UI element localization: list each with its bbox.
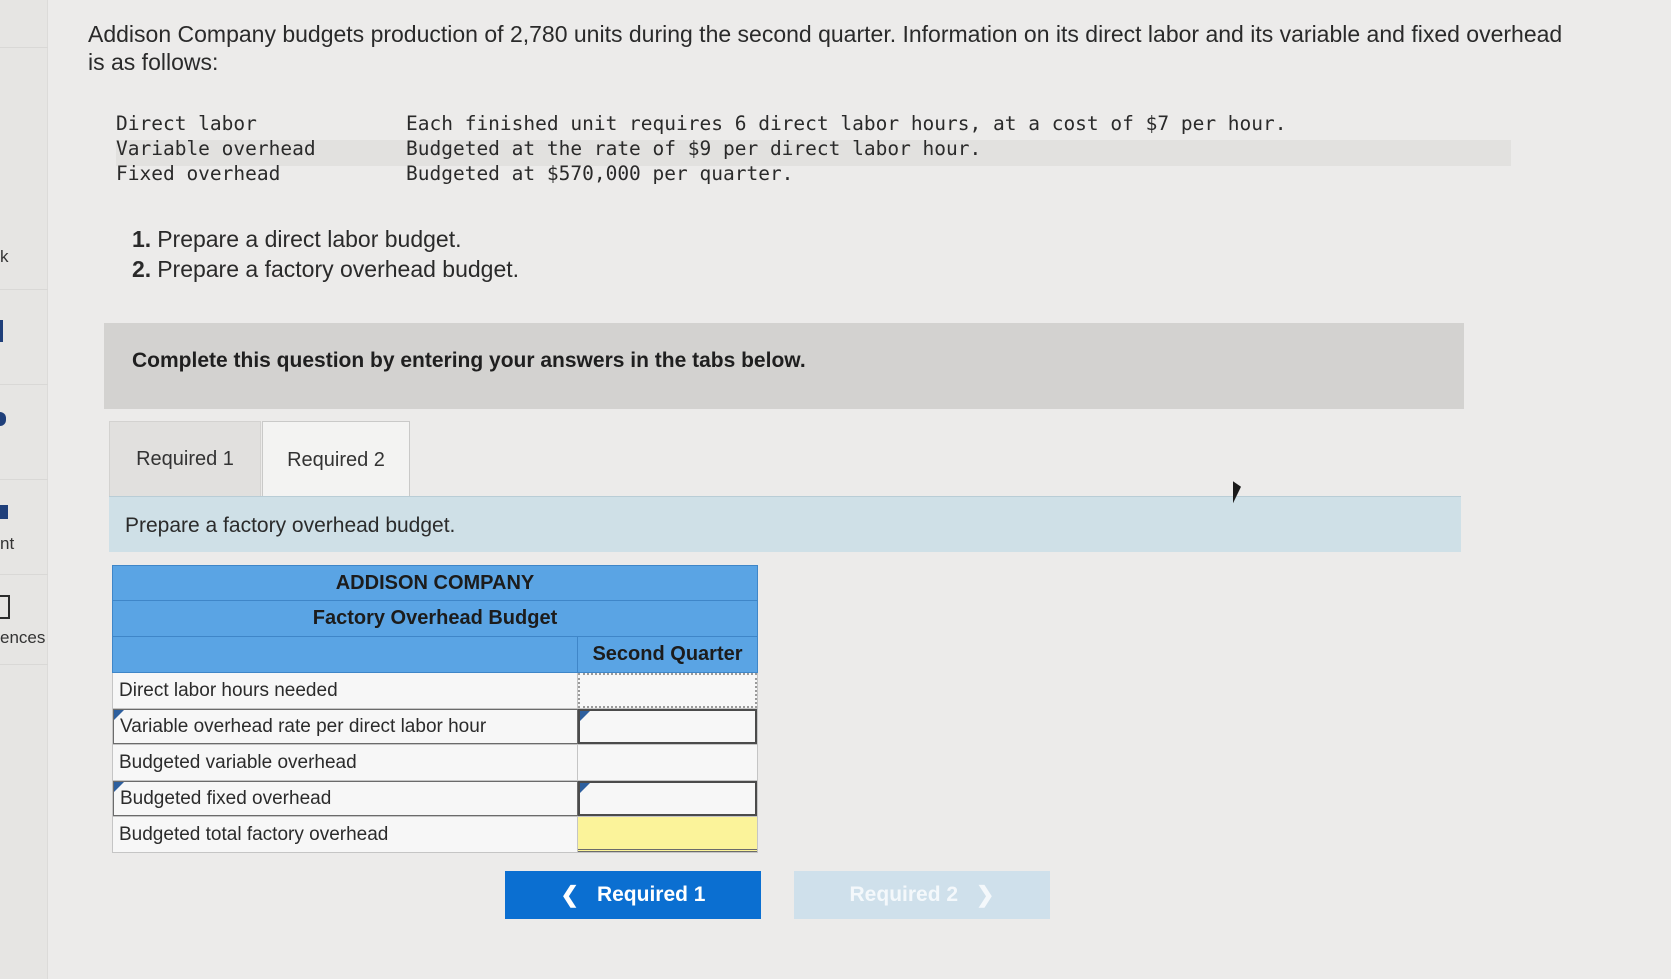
row-label-dropdown[interactable]: Variable overhead rate per direct labor …: [113, 709, 578, 744]
row-value-cell[interactable]: [578, 781, 757, 816]
tab-label: Required 2: [287, 449, 385, 471]
complete-instructions-box: Complete this question by entering your …: [104, 323, 1464, 409]
sidebar-fragment: nt: [0, 534, 15, 553]
dropdown-indicator-icon: [114, 710, 124, 720]
sidebar-cell: [0, 0, 48, 48]
info-value: Each finished unit requires 6 direct lab…: [406, 112, 1287, 135]
row-value-cell[interactable]: [578, 817, 757, 852]
table-row-budgeted-total-overhead: Budgeted total factory overhead: [112, 817, 758, 853]
direct-labor-hours-input[interactable]: [580, 675, 755, 706]
row-value-cell[interactable]: [578, 709, 757, 744]
row-label: Budgeted total factory overhead: [113, 817, 578, 852]
chevron-left-icon: ❮: [560, 882, 579, 907]
tab-label: Required 1: [136, 447, 234, 470]
tab-instruction: Prepare a factory overhead budget.: [125, 514, 456, 537]
sidebar-fragment: k: [0, 247, 9, 266]
previous-required-1-button[interactable]: ❮ Required 1: [505, 871, 761, 919]
row-label-text: Variable overhead rate per direct labor …: [120, 715, 487, 737]
column-header-blank: [113, 637, 578, 672]
column-header-row: Second Quarter: [112, 637, 758, 673]
left-sidebar: [0, 0, 48, 979]
row-label: Direct labor hours needed: [113, 673, 578, 708]
tab-required-2[interactable]: Required 2: [262, 421, 410, 499]
row-label: Budgeted variable overhead: [113, 745, 578, 780]
info-label: Direct labor: [116, 112, 257, 135]
budgeted-fixed-overhead-input[interactable]: [580, 783, 755, 814]
sidebar-marker-icon: [0, 320, 3, 342]
dropdown-indicator-icon: [580, 783, 590, 793]
info-label: Variable overhead: [116, 137, 316, 160]
chevron-right-icon: ❯: [976, 882, 995, 907]
sidebar-cell: [0, 575, 48, 665]
sidebar-marker-icon: [0, 505, 8, 519]
task-item: 1. Prepare a direct labor budget.: [132, 226, 462, 252]
variable-overhead-rate-input[interactable]: [580, 711, 755, 742]
sidebar-cell: [0, 190, 48, 290]
budget-title-header: Factory Overhead Budget: [112, 601, 758, 637]
budgeted-total-overhead-input[interactable]: [578, 817, 757, 849]
table-row-direct-labor-hours: Direct labor hours needed: [112, 673, 758, 709]
tab-instruction-bar: Prepare a factory overhead budget.: [109, 496, 1461, 552]
row-value-cell[interactable]: [578, 745, 757, 780]
task-list: 1. Prepare a direct labor budget. 2. Prepa…: [132, 224, 519, 284]
company-name-header: ADDISON COMPANY: [112, 565, 758, 601]
tab-required-1[interactable]: Required 1: [109, 421, 261, 497]
column-header-second-quarter: Second Quarter: [592, 643, 743, 665]
sidebar-cell: [0, 480, 48, 575]
info-value: Budgeted at $570,000 per quarter.: [406, 162, 794, 185]
problem-intro: Addison Company budgets production of 2,…: [88, 21, 1563, 75]
table-row-budgeted-variable-overhead: Budgeted variable overhead: [112, 745, 758, 781]
info-value: Budgeted at the rate of $9 per direct la…: [406, 137, 982, 160]
dropdown-indicator-icon: [114, 782, 124, 792]
next-required-2-button[interactable]: Required 2 ❯: [794, 871, 1050, 919]
mouse-cursor-icon: [1233, 481, 1241, 509]
dropdown-indicator-icon: [580, 711, 590, 721]
factory-overhead-budget-table: ADDISON COMPANY Factory Overhead Budget …: [112, 565, 758, 853]
task-item: 2. Prepare a factory overhead budget.: [132, 256, 520, 282]
row-label-dropdown[interactable]: Budgeted fixed overhead: [113, 781, 578, 816]
previous-button-label: Required 1: [596, 883, 706, 906]
next-button-label: Required 2: [849, 883, 959, 906]
table-row-variable-overhead-rate: Variable overhead rate per direct labor …: [112, 709, 758, 745]
sidebar-fragment: ences: [0, 628, 46, 647]
complete-prompt: Complete this question by entering your …: [132, 349, 806, 372]
sidebar-cell: [0, 290, 48, 385]
table-row-budgeted-fixed-overhead: Budgeted fixed overhead: [112, 781, 758, 817]
sidebar-cell: [0, 385, 48, 480]
row-label-text: Budgeted fixed overhead: [120, 787, 332, 809]
info-label: Fixed overhead: [116, 162, 281, 185]
sidebar-book-icon: [0, 595, 10, 619]
row-value-cell[interactable]: [578, 673, 757, 708]
budgeted-variable-overhead-input[interactable]: [578, 745, 757, 780]
